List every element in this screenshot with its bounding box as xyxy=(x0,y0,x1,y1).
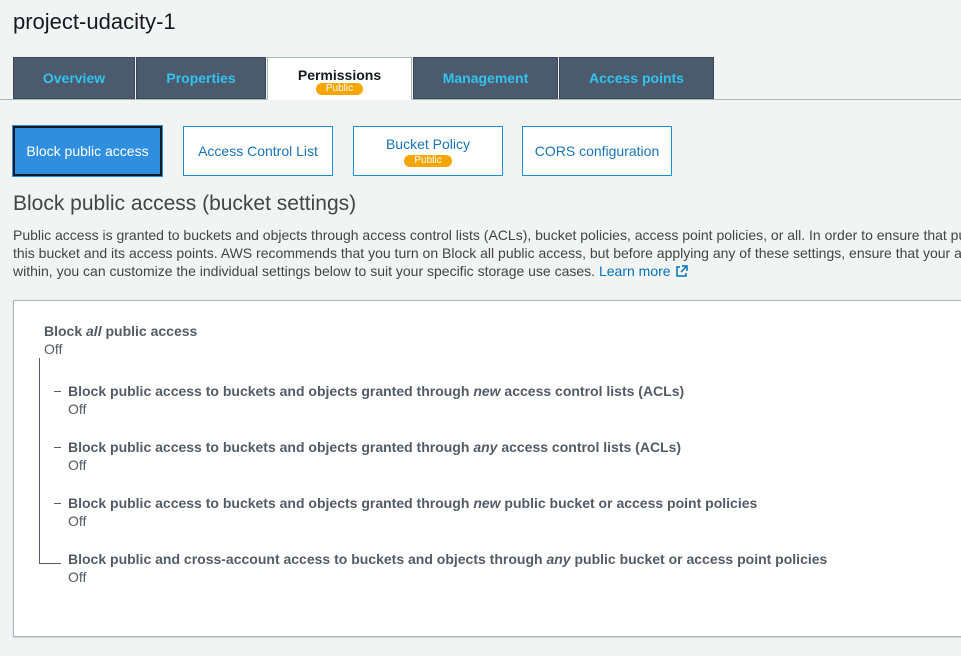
title-part: Block xyxy=(44,323,87,339)
learn-more-link[interactable]: Learn more xyxy=(599,263,688,279)
setting-any-acls-value: Off xyxy=(68,457,87,473)
block-all-title: Block all public access xyxy=(44,323,197,339)
description-text: within, you can customize the individual… xyxy=(13,263,596,279)
title-emphasis: new xyxy=(473,495,501,511)
title-emphasis: any xyxy=(473,439,498,455)
subtab-cors-configuration[interactable]: CORS configuration xyxy=(522,126,672,176)
tree-branch xyxy=(54,503,61,504)
subtab-label: Block public access xyxy=(26,143,149,159)
s3-bucket-permissions-page: project-udacity-1 Overview Properties Pe… xyxy=(0,0,961,656)
tab-properties[interactable]: Properties xyxy=(136,57,266,99)
tree-branch xyxy=(54,391,61,392)
setting-new-policies-value: Off xyxy=(68,513,87,529)
title-part: Block public access to buckets and objec… xyxy=(68,495,474,511)
title-part: public access xyxy=(101,323,198,339)
tab-label: Overview xyxy=(42,70,106,86)
description-line-last: within, you can customize the individual… xyxy=(13,262,961,280)
tab-access-points[interactable]: Access points xyxy=(559,57,714,99)
title-emphasis: any xyxy=(546,551,571,567)
main-tab-bar: Overview Properties Permissions Public M… xyxy=(0,57,961,101)
subtab-label: CORS configuration xyxy=(534,143,660,159)
setting-new-acls-value: Off xyxy=(68,401,87,417)
title-part: access control lists (ACLs) xyxy=(497,439,682,455)
settings-tree-line xyxy=(39,358,40,564)
tab-management[interactable]: Management xyxy=(413,57,558,99)
public-badge: Public xyxy=(315,82,364,95)
bucket-title: project-udacity-1 xyxy=(13,9,176,34)
setting-new-acls-title: Block public access to buckets and objec… xyxy=(68,383,684,399)
setting-any-policies-title: Block public and cross-account access to… xyxy=(68,551,827,567)
tab-label: Properties xyxy=(166,70,236,86)
tab-overview[interactable]: Overview xyxy=(13,57,135,99)
tab-bar-divider xyxy=(0,99,961,100)
description-line: Public access is granted to buckets and … xyxy=(13,227,961,243)
title-part: public bucket or access point policies xyxy=(570,551,828,567)
tab-label: Permissions xyxy=(297,66,382,83)
title-part: public bucket or access point policies xyxy=(500,495,758,511)
subtab-access-control-list[interactable]: Access Control List xyxy=(183,126,333,176)
setting-any-policies-value: Off xyxy=(68,569,87,585)
tab-label: Access points xyxy=(589,70,684,86)
title-emphasis: all xyxy=(86,323,102,339)
subtab-label: Access Control List xyxy=(198,143,318,159)
title-part: Block public access to buckets and objec… xyxy=(68,439,474,455)
subtab-label: Bucket Policy xyxy=(385,135,471,152)
tab-permissions[interactable]: Permissions Public xyxy=(267,57,412,100)
section-description: Public access is granted to buckets and … xyxy=(13,226,961,280)
tab-label: Management xyxy=(442,70,529,86)
tree-branch xyxy=(39,563,61,564)
learn-more-label: Learn more xyxy=(598,263,671,279)
subtab-block-public-access[interactable]: Block public access xyxy=(13,126,162,176)
public-badge: Public xyxy=(404,154,452,167)
title-part: access control lists (ACLs) xyxy=(500,383,685,399)
setting-new-policies-title: Block public access to buckets and objec… xyxy=(68,495,757,511)
title-part: Block public and cross-account access to… xyxy=(68,551,547,567)
subtab-bucket-policy[interactable]: Bucket Policy Public xyxy=(353,126,503,176)
title-emphasis: new xyxy=(473,383,501,399)
title-part: Block public access to buckets and objec… xyxy=(68,383,474,399)
setting-any-acls-title: Block public access to buckets and objec… xyxy=(68,439,681,455)
section-heading: Block public access (bucket settings) xyxy=(13,192,357,215)
description-line: this bucket and its access points. AWS r… xyxy=(13,245,961,261)
block-public-access-settings-panel xyxy=(13,300,961,637)
block-all-value: Off xyxy=(44,341,63,357)
external-link-icon xyxy=(675,265,688,277)
tree-branch xyxy=(54,447,61,448)
